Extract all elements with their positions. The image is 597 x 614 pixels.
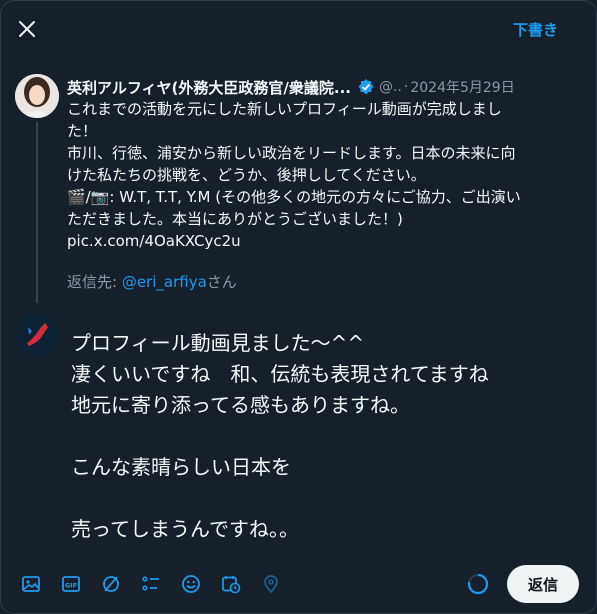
verified-icon (357, 78, 375, 96)
grok-icon (103, 576, 119, 592)
tweet-link[interactable]: pic.x.com/4OaKXCyc2u (67, 230, 581, 252)
location-button[interactable] (251, 567, 291, 601)
author-name[interactable]: 英利アルフィヤ(外務大臣政務官/衆議院... (67, 77, 351, 98)
gif-button[interactable]: GIF (51, 567, 91, 601)
compose-line: 凄くいいですね 和、伝統も表現されてますね (71, 362, 489, 386)
tweet-text: これまでの活動を元にした新しいプロフィール動画が完成しまし た！ 市川、行徳、浦… (67, 98, 581, 252)
thread-line (36, 122, 38, 303)
poll-icon (142, 576, 159, 591)
location-icon (264, 575, 278, 594)
replying-prefix: 返信先: (67, 273, 122, 291)
gif-icon: GIF (62, 576, 80, 592)
reply-modal: 下書き 英利アルフィヤ(外務大臣政務官/衆議院... @.. · 2024年5月… (0, 0, 597, 614)
emoji-icon (182, 575, 200, 593)
tweet-line: た！ (67, 122, 98, 140)
compose-textarea[interactable]: プロフィール動画見ました～^^ 凄くいいですね 和、伝統も表現されてますね 地元… (71, 328, 489, 545)
media-button[interactable] (11, 567, 51, 601)
separator: · (403, 79, 409, 95)
emoji-button[interactable] (171, 567, 211, 601)
tweet-line: これまでの活動を元にした新しいプロフィール動画が完成しまし (67, 100, 502, 118)
poll-button[interactable] (131, 567, 171, 601)
compose-line: 売ってしまうんですね。。 (71, 517, 299, 541)
schedule-icon (222, 576, 241, 594)
compose-line: こんな素晴らしい日本を (71, 455, 291, 479)
replying-suffix: さん (206, 273, 237, 291)
close-icon (19, 21, 35, 37)
image-icon (22, 576, 40, 592)
compose-line: 地元に寄り添ってる感もありますね。 (71, 393, 410, 417)
tweet-header: 英利アルフィヤ(外務大臣政務官/衆議院... @.. · 2024年5月29日 (67, 76, 581, 98)
drafts-button[interactable]: 下書き (513, 19, 558, 40)
author-avatar[interactable] (15, 74, 59, 118)
character-count-progress (467, 573, 489, 595)
tweet-line: ただきました。本当にありがとうございました！) (67, 210, 403, 228)
tweet-line: けた私たちの挑戦を、どうか、後押ししてください。 (67, 166, 426, 184)
parent-tweet: 英利アルフィヤ(外務大臣政務官/衆議院... @.. · 2024年5月29日 … (67, 76, 581, 252)
replying-mention[interactable]: @eri_arfiya (122, 273, 207, 291)
close-button[interactable] (13, 15, 41, 43)
tweet-date[interactable]: 2024年5月29日 (410, 77, 514, 97)
grok-button[interactable] (91, 567, 131, 601)
compose-line (71, 483, 489, 514)
compose-line (71, 421, 489, 452)
replying-to: 返信先: @eri_arfiyaさん (67, 271, 237, 292)
tweet-line: 市川、行徳、浦安から新しい政治をリードします。日本の未来に向 (67, 144, 516, 162)
user-avatar[interactable] (15, 313, 59, 357)
tweet-line: 🎬/📷: W.T, T.T, Y.M (その他多くの地元の方々にご協力、ご出演い (67, 188, 521, 206)
compose-toolbar: GIF (11, 567, 291, 601)
svg-text:GIF: GIF (65, 582, 77, 590)
schedule-button[interactable] (211, 567, 251, 601)
reply-button[interactable]: 返信 (507, 565, 579, 603)
author-handle[interactable]: @.. (379, 79, 402, 95)
compose-line: プロフィール動画見ました～^^ (71, 331, 365, 355)
